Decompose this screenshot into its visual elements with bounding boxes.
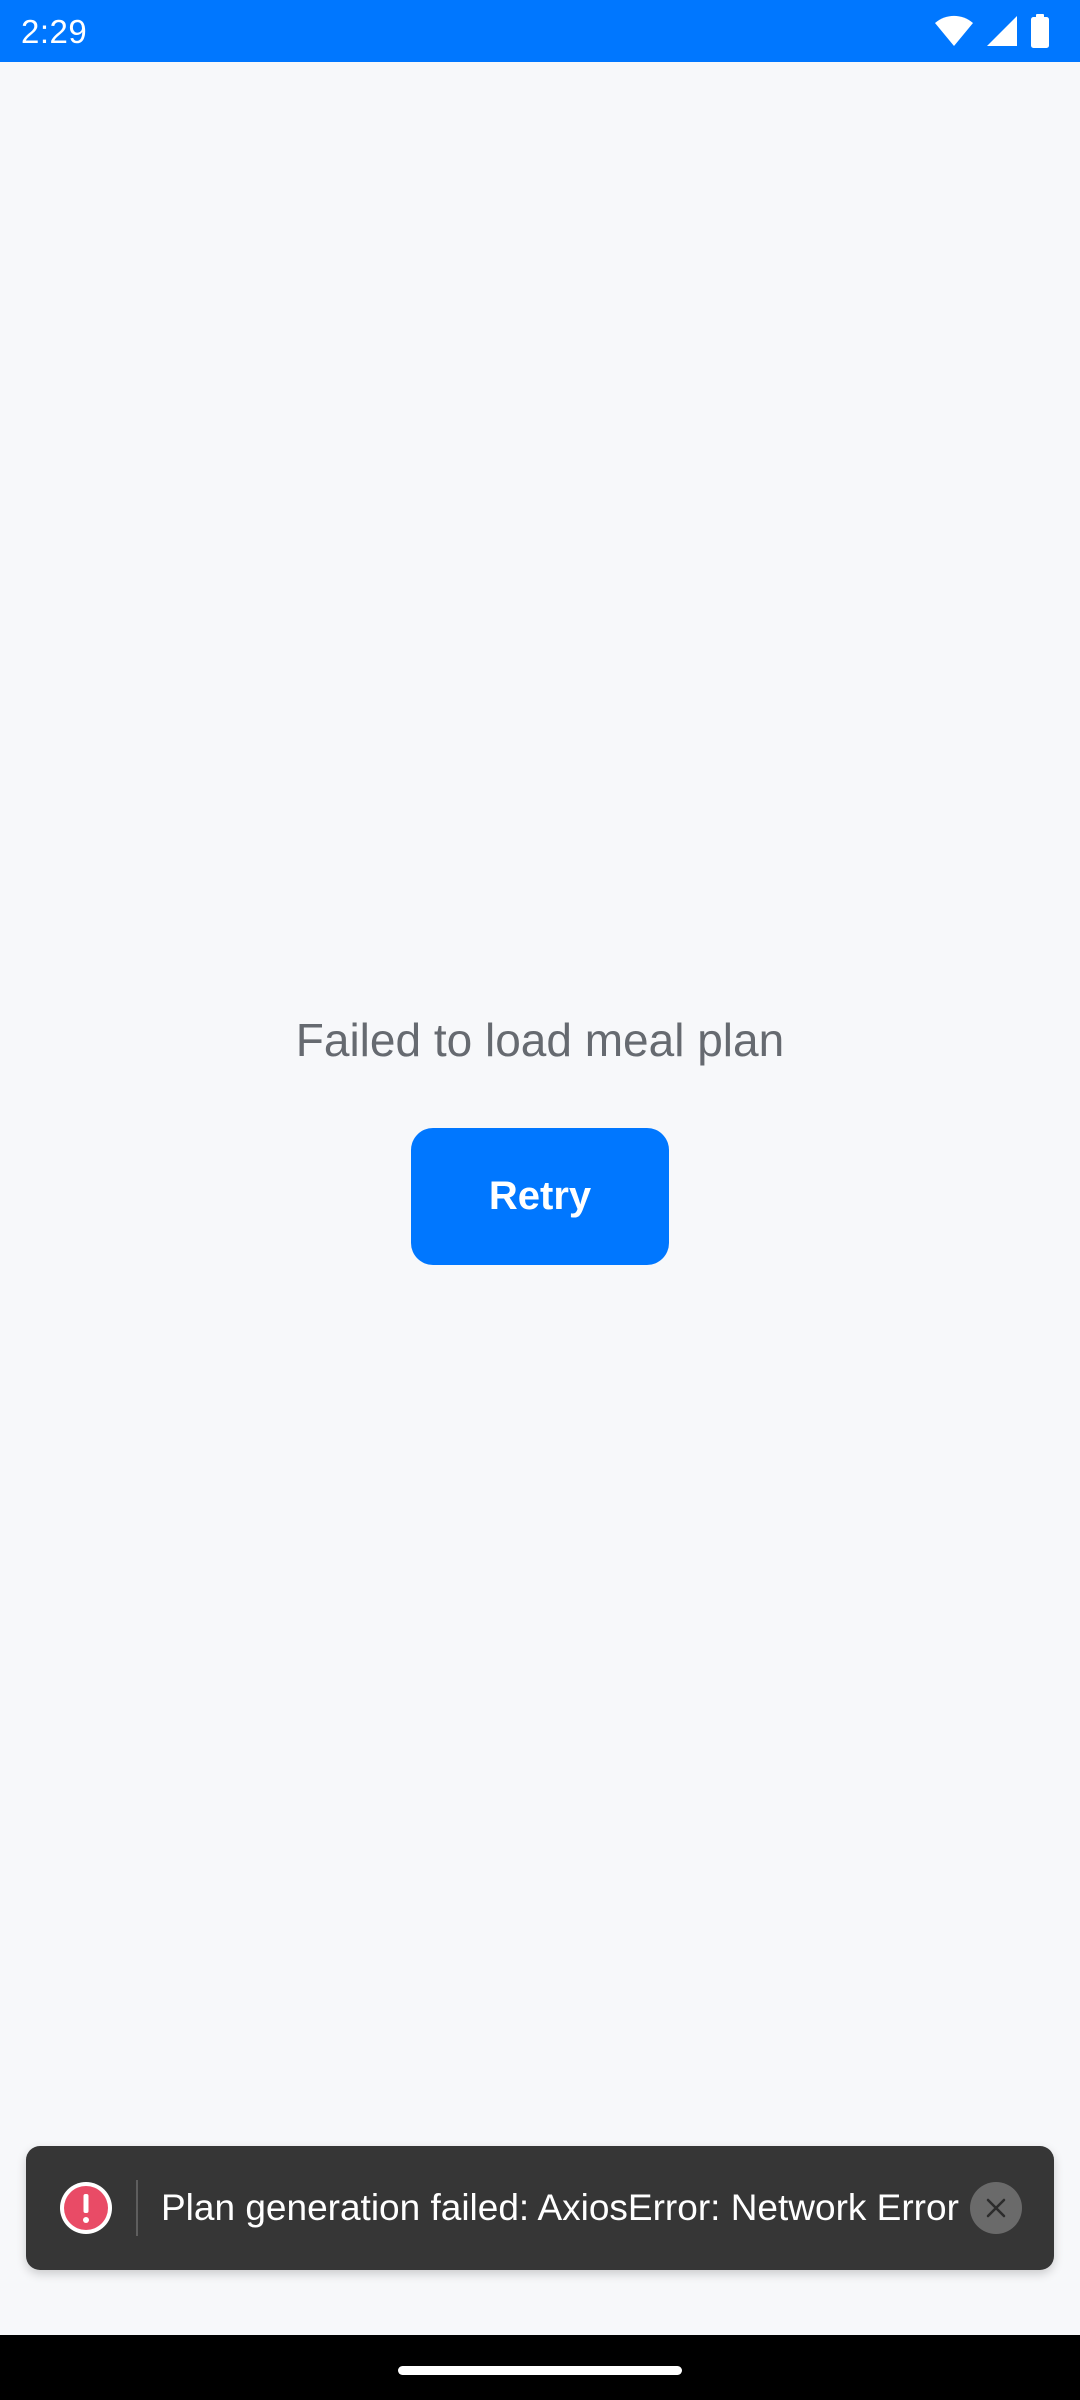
toast-divider <box>136 2180 138 2236</box>
close-icon[interactable] <box>970 2182 1022 2234</box>
battery-icon <box>1030 14 1050 48</box>
error-toast: Plan generation failed: AxiosError: Netw… <box>26 2146 1054 2270</box>
home-indicator[interactable] <box>398 2366 682 2375</box>
retry-button[interactable]: Retry <box>411 1128 669 1265</box>
wifi-icon <box>934 15 974 47</box>
cellular-signal-icon <box>986 15 1018 47</box>
status-time: 2:29 <box>21 13 88 50</box>
navigation-bar <box>0 2335 1080 2400</box>
status-bar: 2:29 <box>0 0 1080 62</box>
status-icons <box>934 14 1050 48</box>
error-message: Failed to load meal plan <box>295 1014 785 1066</box>
toast-message: Plan generation failed: AxiosError: Netw… <box>161 2187 959 2228</box>
error-icon <box>58 2180 114 2236</box>
